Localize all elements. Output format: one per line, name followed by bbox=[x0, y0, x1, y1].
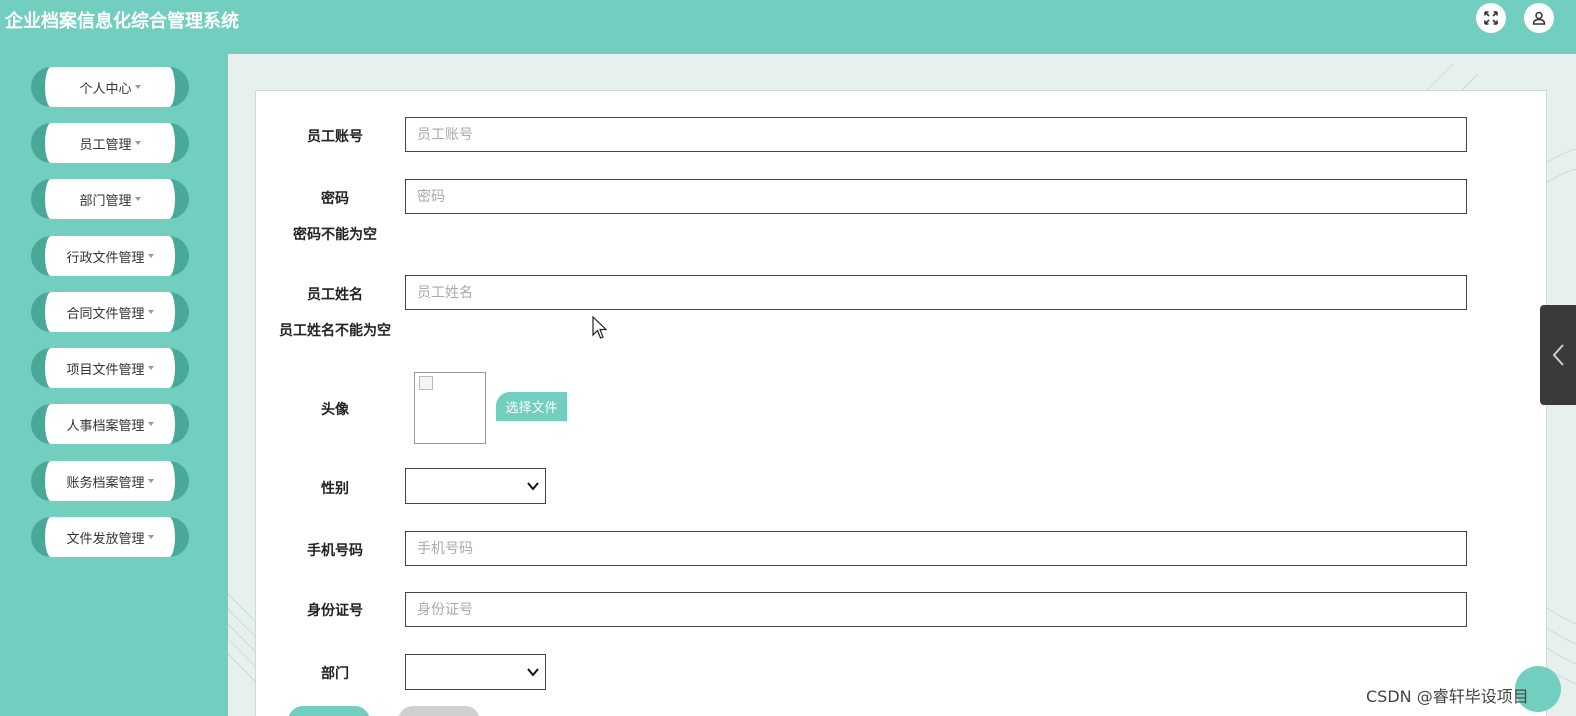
chevron-down-icon bbox=[527, 668, 539, 677]
sidebar: 个人中心 员工管理 部门管理 行政文件管理 合同文件管理 项目文件管理 人事档案… bbox=[0, 54, 228, 716]
sidebar-item-contract-files[interactable]: 合同文件管理 bbox=[31, 292, 189, 332]
sidebar-item-admin-files[interactable]: 行政文件管理 bbox=[31, 236, 189, 276]
sidebar-item-department[interactable]: 部门管理 bbox=[31, 179, 189, 219]
sidebar-item-label: 行政文件管理 bbox=[66, 250, 145, 266]
caret-down-icon bbox=[147, 254, 154, 258]
account-label: 员工账号 bbox=[307, 129, 363, 145]
user-button[interactable] bbox=[1524, 3, 1554, 33]
watermark: CSDN @睿轩毕设项目 bbox=[1366, 687, 1529, 706]
avatar-label: 头像 bbox=[321, 402, 349, 418]
choose-file-button[interactable]: 选择文件 bbox=[496, 392, 567, 421]
account-input[interactable] bbox=[405, 117, 1467, 152]
side-panel-toggle[interactable] bbox=[1540, 305, 1576, 405]
idcard-input[interactable] bbox=[405, 592, 1467, 627]
sidebar-item-personal-center[interactable]: 个人中心 bbox=[31, 67, 189, 107]
mouse-cursor-icon bbox=[592, 316, 608, 339]
sidebar-item-label: 人事档案管理 bbox=[66, 418, 145, 434]
sidebar-item-hr-archives[interactable]: 人事档案管理 bbox=[31, 404, 189, 444]
phone-label: 手机号码 bbox=[307, 543, 363, 559]
name-label: 员工姓名 bbox=[307, 287, 363, 303]
avatar-preview bbox=[414, 372, 486, 444]
sidebar-item-label: 合同文件管理 bbox=[66, 306, 145, 322]
fullscreen-button[interactable] bbox=[1476, 3, 1506, 33]
gender-label: 性别 bbox=[321, 481, 349, 497]
app-title: 企业档案信息化综合管理系统 bbox=[5, 11, 239, 32]
sidebar-item-label: 文件发放管理 bbox=[66, 531, 145, 547]
sidebar-item-finance-archives[interactable]: 账务档案管理 bbox=[31, 461, 189, 501]
cancel-button[interactable] bbox=[398, 706, 480, 716]
caret-down-icon bbox=[134, 197, 141, 201]
chevron-down-icon bbox=[527, 482, 539, 491]
caret-down-icon bbox=[134, 85, 141, 89]
chevron-left-icon bbox=[1552, 344, 1564, 366]
password-error: 密码不能为空 bbox=[293, 227, 377, 243]
sidebar-item-label: 账务档案管理 bbox=[66, 475, 145, 491]
top-bar: 企业档案信息化综合管理系统 bbox=[0, 0, 1576, 54]
sidebar-item-label: 员工管理 bbox=[79, 137, 132, 153]
user-icon bbox=[1532, 11, 1546, 25]
sidebar-item-employee[interactable]: 员工管理 bbox=[31, 123, 189, 163]
idcard-label: 身份证号 bbox=[307, 603, 363, 619]
caret-down-icon bbox=[147, 479, 154, 483]
caret-down-icon bbox=[147, 535, 154, 539]
gender-select[interactable] bbox=[405, 468, 546, 504]
broken-image-icon bbox=[419, 376, 433, 390]
sidebar-item-label: 项目文件管理 bbox=[66, 362, 145, 378]
name-error: 员工姓名不能为空 bbox=[279, 323, 391, 339]
department-select[interactable] bbox=[405, 654, 546, 690]
password-label: 密码 bbox=[321, 191, 349, 207]
sidebar-item-label: 部门管理 bbox=[79, 193, 132, 209]
sidebar-item-label: 个人中心 bbox=[79, 81, 132, 97]
department-label: 部门 bbox=[321, 666, 349, 682]
caret-down-icon bbox=[147, 310, 154, 314]
name-input[interactable] bbox=[405, 275, 1467, 310]
caret-down-icon bbox=[134, 141, 141, 145]
phone-input[interactable] bbox=[405, 531, 1467, 566]
caret-down-icon bbox=[147, 422, 154, 426]
sidebar-item-project-files[interactable]: 项目文件管理 bbox=[31, 348, 189, 388]
expand-icon bbox=[1484, 11, 1498, 25]
submit-button[interactable] bbox=[288, 706, 370, 716]
password-input[interactable] bbox=[405, 179, 1467, 214]
caret-down-icon bbox=[147, 366, 154, 370]
sidebar-item-file-distribution[interactable]: 文件发放管理 bbox=[31, 517, 189, 557]
